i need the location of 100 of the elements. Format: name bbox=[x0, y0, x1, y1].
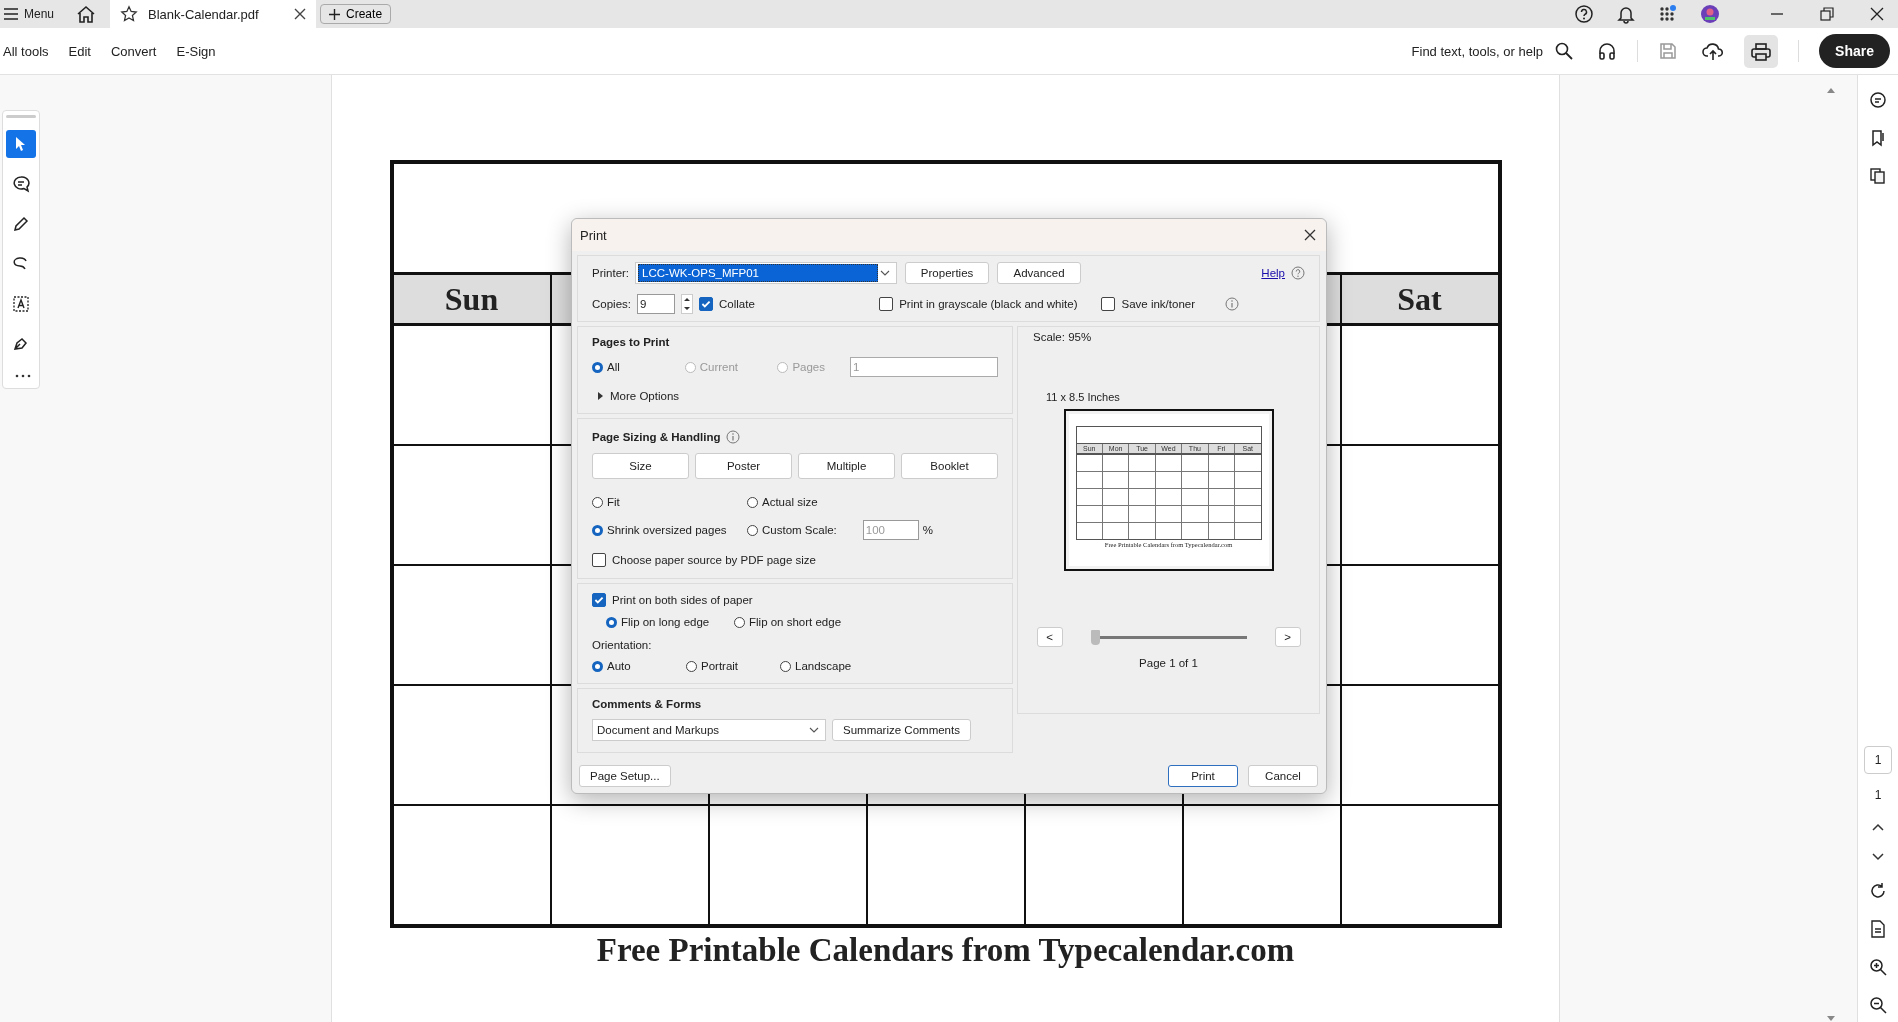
menu-button[interactable]: Menu bbox=[0, 7, 55, 21]
printer-dropdown[interactable]: LCC-WK-OPS_MFP01 bbox=[635, 262, 898, 284]
rotate-icon[interactable] bbox=[1869, 882, 1887, 900]
page-number-field[interactable]: 1 bbox=[1864, 746, 1892, 774]
menu-tab[interactable]: E-Sign bbox=[176, 43, 216, 59]
bell-icon[interactable] bbox=[1616, 4, 1636, 24]
radio-label: Auto bbox=[607, 660, 631, 672]
create-button[interactable]: Create bbox=[320, 4, 392, 24]
home-icon[interactable] bbox=[76, 5, 97, 23]
pages-icon[interactable] bbox=[1869, 167, 1887, 185]
search-icon[interactable] bbox=[1555, 42, 1574, 60]
avatar-icon[interactable] bbox=[1700, 4, 1720, 24]
paper-source-checkbox[interactable] bbox=[592, 553, 606, 567]
comment-icon bbox=[12, 175, 30, 193]
sizing-tab[interactable]: Size bbox=[592, 453, 689, 479]
document-tab[interactable]: Blank-Calendar.pdf bbox=[110, 0, 317, 28]
printer-label: Printer: bbox=[592, 267, 630, 279]
chevron-down-icon[interactable] bbox=[1871, 852, 1885, 862]
scroll-down-icon[interactable] bbox=[1827, 1016, 1835, 1022]
menu-tab[interactable]: Convert bbox=[110, 43, 157, 59]
radio-button[interactable] bbox=[747, 524, 758, 536]
percent-sign: % bbox=[922, 524, 933, 536]
save-ink-checkbox[interactable] bbox=[1101, 297, 1116, 311]
comments-dropdown[interactable]: Document and Markups bbox=[592, 719, 826, 741]
radio-button[interactable] bbox=[734, 616, 745, 628]
radio-label: Shrink oversized pages bbox=[607, 524, 727, 536]
help-link[interactable]: Help bbox=[1261, 267, 1285, 279]
restore-icon[interactable] bbox=[1820, 7, 1834, 21]
help-icon[interactable] bbox=[1574, 4, 1594, 24]
radio-button[interactable] bbox=[592, 496, 603, 508]
collate-checkbox[interactable] bbox=[699, 297, 713, 311]
chevron-up-icon[interactable] bbox=[1871, 822, 1885, 832]
close-icon[interactable] bbox=[1870, 7, 1884, 21]
more-options-toggle[interactable]: More Options bbox=[610, 390, 680, 402]
cloud-upload-icon[interactable] bbox=[1702, 41, 1725, 61]
sizing-tab[interactable]: Multiple bbox=[798, 453, 895, 479]
text-box-icon bbox=[12, 295, 30, 313]
radio-label: Custom Scale: bbox=[762, 524, 837, 536]
day-header: Sun bbox=[444, 280, 499, 318]
plus-icon bbox=[329, 8, 341, 20]
copies-field[interactable]: 9 bbox=[637, 294, 675, 314]
radio-button[interactable] bbox=[592, 660, 603, 672]
radio-button[interactable] bbox=[592, 361, 603, 373]
radio-label: Flip on short edge bbox=[749, 616, 842, 628]
print-button[interactable]: Print bbox=[1168, 765, 1238, 787]
scale-text: Scale: 95% bbox=[1033, 331, 1092, 343]
save-icon[interactable] bbox=[1658, 41, 1679, 61]
radio-button[interactable] bbox=[780, 660, 791, 672]
radio-button[interactable] bbox=[686, 660, 697, 672]
expand-icon[interactable] bbox=[596, 392, 604, 400]
section-title: Comments & Forms bbox=[592, 698, 703, 710]
spinner-icon[interactable] bbox=[681, 294, 693, 314]
scroll-up-icon[interactable] bbox=[1827, 87, 1835, 93]
orientation-label: Orientation: bbox=[592, 639, 653, 651]
radio-label: Portrait bbox=[701, 660, 739, 672]
section-title: Page Sizing & Handling bbox=[592, 431, 721, 443]
info-icon[interactable] bbox=[1225, 297, 1239, 311]
radio-button[interactable] bbox=[592, 524, 603, 536]
radio-button[interactable] bbox=[747, 496, 758, 508]
dialog-title: Print bbox=[580, 227, 607, 243]
calendar-footer: Free Printable Calendars from Typecalendar.com bbox=[596, 932, 1295, 969]
chevron-down-icon bbox=[809, 727, 819, 733]
page-setup-button[interactable]: Page Setup... bbox=[579, 765, 671, 787]
headphones-icon[interactable] bbox=[1597, 41, 1618, 61]
sizing-tab[interactable]: Poster bbox=[695, 453, 792, 479]
radio-label: Fit bbox=[607, 496, 620, 508]
dialog-button[interactable]: Properties bbox=[905, 262, 990, 284]
close-icon[interactable] bbox=[1304, 229, 1316, 241]
comment-icon[interactable] bbox=[1869, 91, 1887, 109]
print-button[interactable] bbox=[1744, 34, 1779, 68]
star-icon[interactable] bbox=[120, 5, 139, 23]
zoom-out-icon[interactable] bbox=[1869, 996, 1887, 1014]
radio-label: Actual size bbox=[762, 496, 818, 508]
radio-label: All bbox=[607, 361, 620, 373]
checkbox-label: Print on both sides of paper bbox=[612, 594, 753, 606]
previous-page-button[interactable]: < bbox=[1036, 627, 1063, 647]
search-field[interactable]: Find text, tools, or help bbox=[1411, 43, 1544, 59]
document-icon[interactable] bbox=[1869, 920, 1887, 938]
slider-thumb[interactable] bbox=[1090, 629, 1100, 645]
checkbox-label: Print in grayscale (black and white) bbox=[899, 298, 1078, 310]
duplex-checkbox[interactable] bbox=[592, 593, 606, 607]
summarize-button[interactable]: Summarize Comments bbox=[832, 719, 971, 741]
checkbox-label: Choose paper source by PDF page size bbox=[612, 554, 816, 566]
share-button[interactable]: Share bbox=[1819, 34, 1890, 68]
grayscale-checkbox[interactable] bbox=[879, 297, 894, 311]
dialog-button[interactable]: Advanced bbox=[997, 262, 1082, 284]
apps-grid-icon[interactable] bbox=[1658, 4, 1678, 24]
next-page-button[interactable]: > bbox=[1274, 627, 1301, 647]
radio-button[interactable] bbox=[606, 616, 617, 628]
copies-label: Copies: bbox=[592, 298, 631, 310]
menu-tab[interactable]: All tools bbox=[3, 43, 49, 59]
info-icon[interactable] bbox=[726, 430, 741, 444]
page-indicator: Page 1 of 1 bbox=[1139, 657, 1198, 669]
sizing-tab[interactable]: Booklet bbox=[901, 453, 998, 479]
zoom-in-icon[interactable] bbox=[1869, 958, 1887, 976]
menu-tab[interactable]: Edit bbox=[68, 43, 91, 59]
cancel-button[interactable]: Cancel bbox=[1248, 765, 1318, 787]
close-icon[interactable] bbox=[294, 8, 307, 20]
tab-title: Blank-Calendar.pdf bbox=[148, 6, 260, 22]
bookmark-icon[interactable] bbox=[1869, 129, 1887, 147]
